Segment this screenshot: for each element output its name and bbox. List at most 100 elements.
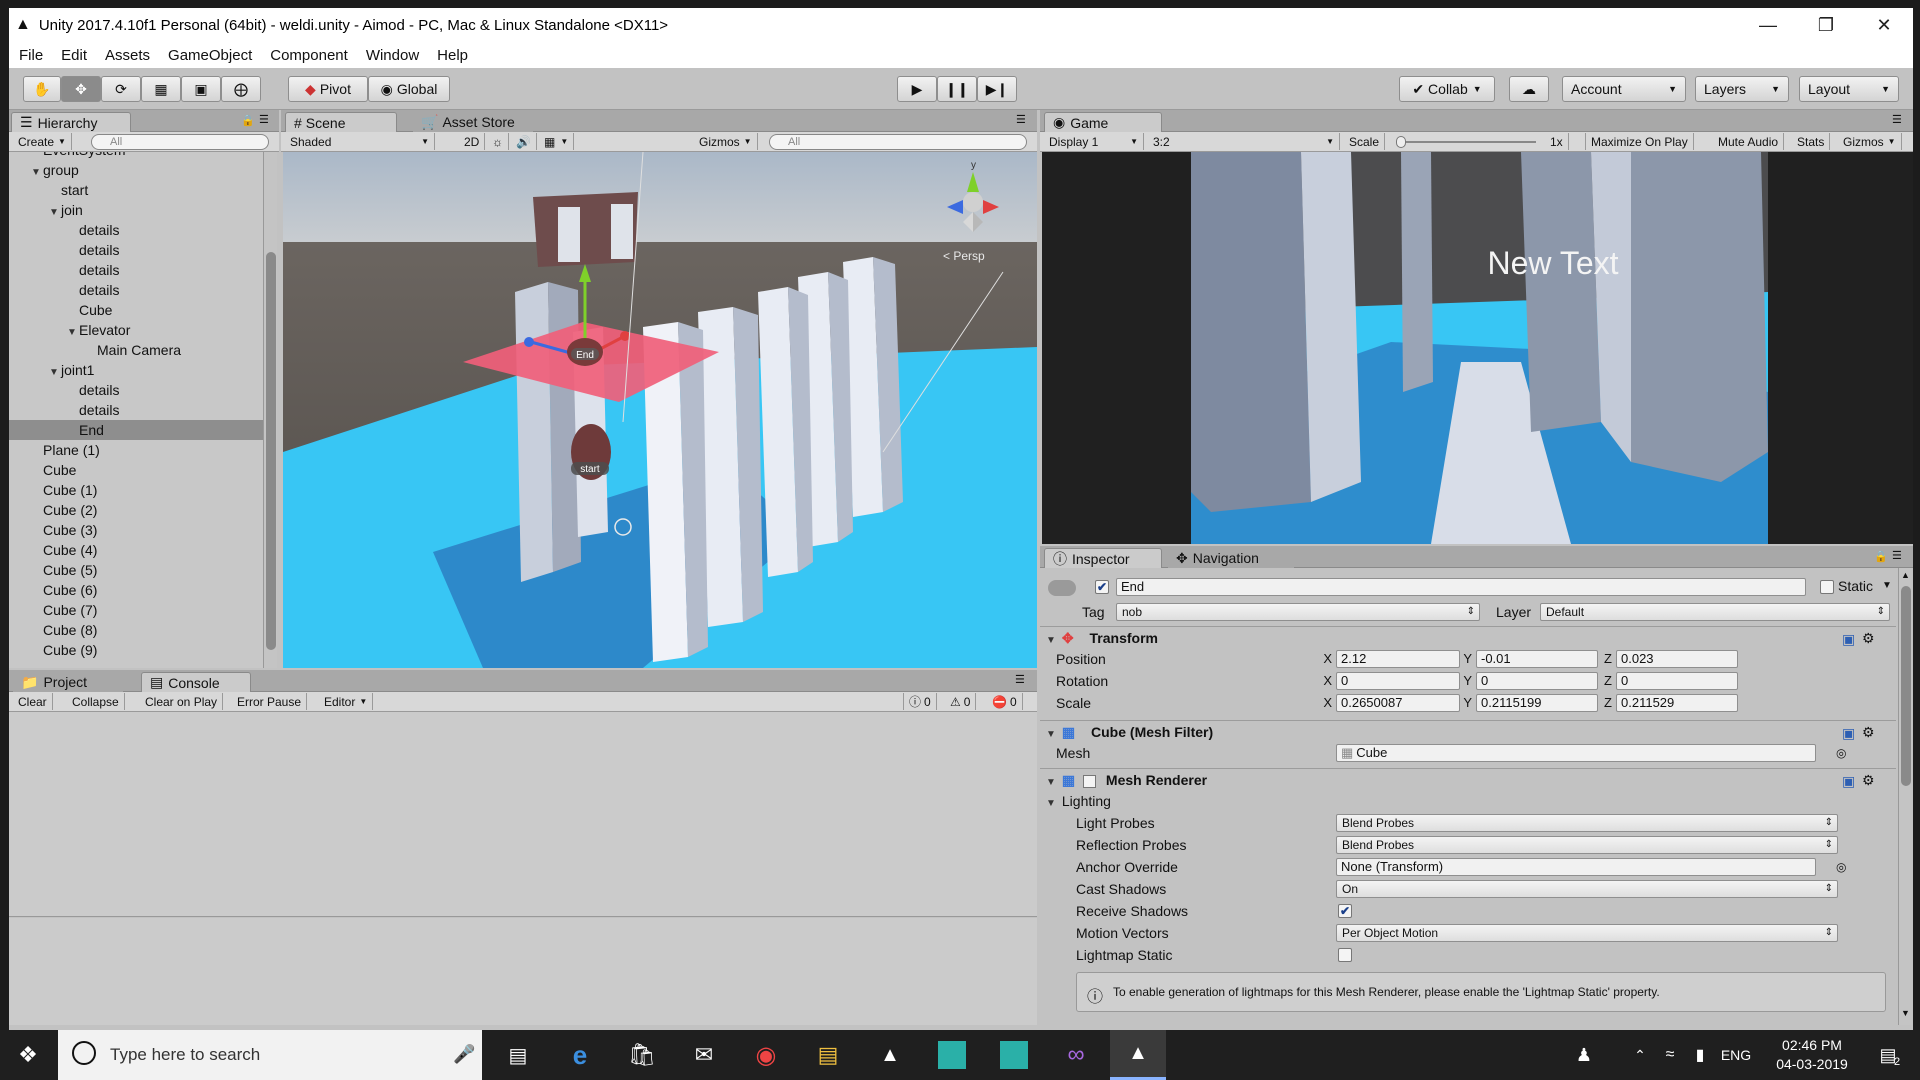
language-button[interactable]: ENG — [1712, 1030, 1760, 1080]
object-picker-icon[interactable]: ◎ — [1836, 742, 1846, 764]
pivot-toggle[interactable]: ◆ Pivot — [288, 76, 368, 102]
console-clear-on-play-toggle[interactable]: Clear on Play — [140, 693, 224, 710]
tab-project[interactable]: 📁 Project — [13, 672, 123, 692]
visual-studio-taskbar-button[interactable]: ∞ — [1048, 1030, 1104, 1080]
static-dropdown-icon[interactable]: ▼ — [1882, 580, 1892, 591]
info-filter-toggle[interactable]: ⓘ 0 — [903, 693, 937, 710]
unity-editor-taskbar-button[interactable]: ▲ — [1110, 1030, 1166, 1080]
panel-menu-icon[interactable]: ☰ — [1892, 549, 1902, 562]
object-name-field[interactable]: End — [1116, 578, 1806, 596]
hierarchy-item[interactable]: Cube — [9, 300, 263, 320]
mesh-renderer-enabled-checkbox[interactable] — [1083, 774, 1097, 788]
mesh-renderer-header[interactable]: ▼ ▦ Mesh Renderer ▣ ⚙ — [1040, 768, 1896, 790]
toggle-2d-button[interactable]: 2D — [459, 133, 486, 150]
receive-shadows-checkbox[interactable]: ✔ — [1338, 904, 1352, 918]
hierarchy-scrollbar[interactable] — [263, 152, 277, 668]
menu-file[interactable]: File — [19, 47, 43, 64]
hierarchy-item[interactable]: Cube (8) — [9, 620, 263, 640]
persp-label[interactable]: < Persp — [943, 249, 985, 263]
console-collapse-toggle[interactable]: Collapse — [67, 693, 125, 710]
help-book-icon[interactable]: ▣ — [1842, 628, 1855, 650]
hierarchy-item[interactable]: ▼ Elevator — [9, 320, 263, 340]
console-editor-dropdown[interactable]: Editor ▼ — [319, 693, 374, 710]
scrollbar-thumb[interactable] — [1901, 586, 1911, 786]
effects-dropdown[interactable]: ▦ ▼ — [539, 133, 575, 150]
menu-help[interactable]: Help — [437, 47, 468, 64]
hand-tool-button[interactable]: ✋ — [23, 76, 61, 102]
hierarchy-item[interactable]: details — [9, 400, 263, 420]
console-error-pause-toggle[interactable]: Error Pause — [232, 693, 308, 710]
hierarchy-item[interactable]: details — [9, 280, 263, 300]
layout-dropdown[interactable]: Layout ▼ — [1799, 76, 1899, 102]
tab-scene[interactable]: # Scene — [285, 112, 397, 132]
hierarchy-item[interactable]: Cube (3) — [9, 520, 263, 540]
hierarchy-item[interactable]: ▼ join — [9, 200, 263, 220]
scale-slider-thumb[interactable] — [1396, 136, 1406, 148]
step-button[interactable]: ▶❙ — [977, 76, 1017, 102]
help-book-icon[interactable]: ▣ — [1842, 722, 1855, 744]
audio-toggle[interactable]: 🔊 — [511, 133, 537, 150]
aspect-dropdown[interactable]: 3:2 ▼ — [1148, 133, 1340, 150]
hierarchy-item[interactable]: details — [9, 380, 263, 400]
anchor-override-field[interactable]: None (Transform) — [1336, 858, 1816, 876]
scale-slider[interactable] — [1396, 136, 1536, 148]
warning-filter-toggle[interactable]: ⚠ 0 — [945, 693, 977, 710]
hierarchy-item[interactable]: Plane (1) — [9, 440, 263, 460]
hierarchy-item[interactable]: Cube (4) — [9, 540, 263, 560]
restore-button[interactable]: ❐ — [1797, 8, 1855, 42]
layers-dropdown[interactable]: Layers ▼ — [1695, 76, 1789, 102]
play-button[interactable]: ▶ — [897, 76, 937, 102]
tag-dropdown[interactable]: nob — [1116, 603, 1480, 621]
store-taskbar-button[interactable]: 🛍 — [614, 1030, 670, 1080]
lighting-foldout[interactable]: ▼ Lighting — [1040, 790, 1896, 812]
rect-tool-button[interactable]: ▣ — [181, 76, 221, 102]
game-gizmos-dropdown[interactable]: Gizmos ▼ — [1838, 133, 1902, 150]
collab-dropdown[interactable]: ✔ Collab ▼ — [1399, 76, 1495, 102]
global-toggle[interactable]: ◉ Global — [368, 76, 450, 102]
hierarchy-item[interactable]: Cube (1) — [9, 480, 263, 500]
mute-audio-toggle[interactable]: Mute Audio — [1713, 133, 1785, 150]
static-checkbox[interactable]: ✔ — [1820, 580, 1834, 594]
scale-z-field[interactable]: 0.211529 — [1616, 694, 1738, 712]
edge-taskbar-button[interactable]: e — [552, 1030, 608, 1080]
game-viewport[interactable]: New Text — [1191, 152, 1768, 544]
scrollbar-up-icon[interactable]: ▲ — [1901, 570, 1910, 580]
hierarchy-item[interactable]: ▼ group — [9, 160, 263, 180]
shading-mode-dropdown[interactable]: Shaded ▼ — [285, 133, 435, 150]
panel-menu-icon[interactable]: ☰ — [1016, 113, 1026, 126]
lock-icon[interactable]: 🔒 — [241, 114, 255, 127]
scene-gizmos-dropdown[interactable]: Gizmos ▼ — [694, 133, 758, 150]
account-dropdown[interactable]: Account ▼ — [1562, 76, 1686, 102]
maximize-on-play-toggle[interactable]: Maximize On Play — [1585, 133, 1694, 150]
mesh-field[interactable]: ▦ Cube — [1336, 744, 1816, 762]
taskbar-search-box[interactable]: Type here to search 🎤 — [58, 1030, 482, 1080]
rotation-y-field[interactable]: 0 — [1476, 672, 1598, 690]
cloud-button[interactable]: ☁ — [1509, 76, 1549, 102]
tab-asset-store[interactable]: 🛒 Asset Store — [413, 112, 533, 132]
tab-hierarchy[interactable]: ☰ Hierarchy — [11, 112, 131, 132]
object-picker-icon[interactable]: ◎ — [1836, 856, 1846, 878]
hierarchy-item[interactable]: details — [9, 260, 263, 280]
hierarchy-item[interactable]: EventSystem — [9, 152, 263, 160]
tab-inspector[interactable]: ⓘ Inspector — [1044, 548, 1162, 568]
chrome-taskbar-button[interactable]: ◉ — [738, 1030, 794, 1080]
hierarchy-item[interactable]: Cube — [9, 460, 263, 480]
hierarchy-item[interactable]: Cube (6) — [9, 580, 263, 600]
start-button[interactable]: ❖ — [0, 1030, 56, 1080]
scene-viewport[interactable]: End start y < Persp — [283, 152, 1037, 668]
hierarchy-item[interactable]: Cube (9) — [9, 640, 263, 660]
lightmap-static-checkbox[interactable]: ✔ — [1338, 948, 1352, 962]
gear-icon[interactable]: ⚙ — [1862, 769, 1875, 791]
menu-component[interactable]: Component — [270, 47, 348, 64]
hierarchy-search-input[interactable]: All — [91, 134, 269, 150]
active-checkbox[interactable]: ✔ — [1095, 580, 1109, 594]
transform-header[interactable]: ▼ ✥ Transform ▣ ⚙ — [1040, 626, 1896, 648]
panel-menu-icon[interactable]: ☰ — [259, 113, 269, 126]
notifications-button[interactable]: ▤ 2 — [1862, 1030, 1914, 1080]
clock[interactable]: 02:46 PM 04-03-2019 — [1762, 1036, 1862, 1074]
scrollbar-thumb[interactable] — [266, 252, 276, 650]
close-button[interactable]: ✕ — [1855, 8, 1913, 42]
rotation-x-field[interactable]: 0 — [1336, 672, 1460, 690]
tab-navigation[interactable]: ✥ Navigation — [1168, 548, 1294, 568]
hierarchy-item[interactable]: End — [9, 420, 263, 440]
